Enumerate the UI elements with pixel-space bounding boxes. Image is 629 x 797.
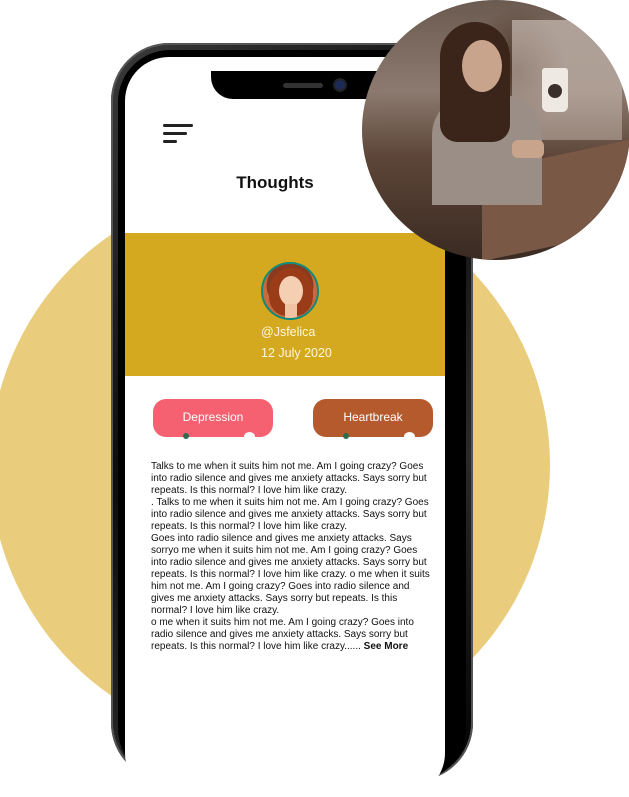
tag-dot-icon xyxy=(343,433,349,439)
phone-notch xyxy=(211,71,389,99)
post-paragraph: Goes into radio silence and gives me anx… xyxy=(151,533,430,616)
tag-label: Heartbreak xyxy=(343,410,403,424)
tag-dot-icon xyxy=(183,433,189,439)
user-avatar[interactable] xyxy=(261,262,319,320)
woman-with-phone-photo xyxy=(362,0,629,260)
speaker-grille xyxy=(283,83,323,88)
front-camera xyxy=(335,80,345,90)
see-more-link[interactable]: See More xyxy=(364,641,408,652)
post-paragraph: Talks to me when it suits him not me. Am… xyxy=(151,461,427,496)
tag-heartbreak[interactable]: Heartbreak xyxy=(313,399,433,441)
hamburger-menu-icon[interactable] xyxy=(163,124,195,148)
tag-depression[interactable]: Depression xyxy=(153,399,273,441)
coffee-cup-icon xyxy=(542,68,568,112)
tag-dot-icon xyxy=(404,432,415,441)
post-date: 12 July 2020 xyxy=(261,346,332,360)
post-paragraph-last: o me when it suits him not me. Am I goin… xyxy=(151,617,433,653)
tag-dot-icon xyxy=(244,432,255,441)
post-paragraph: . Talks to me when it suits him not me. … xyxy=(151,497,429,532)
post-body: Talks to me when it suits him not me. Am… xyxy=(151,461,433,653)
tag-label: Depression xyxy=(182,410,244,424)
profile-header: @Jsfelica 12 July 2020 xyxy=(125,233,445,376)
user-handle: @Jsfelica xyxy=(261,325,316,339)
